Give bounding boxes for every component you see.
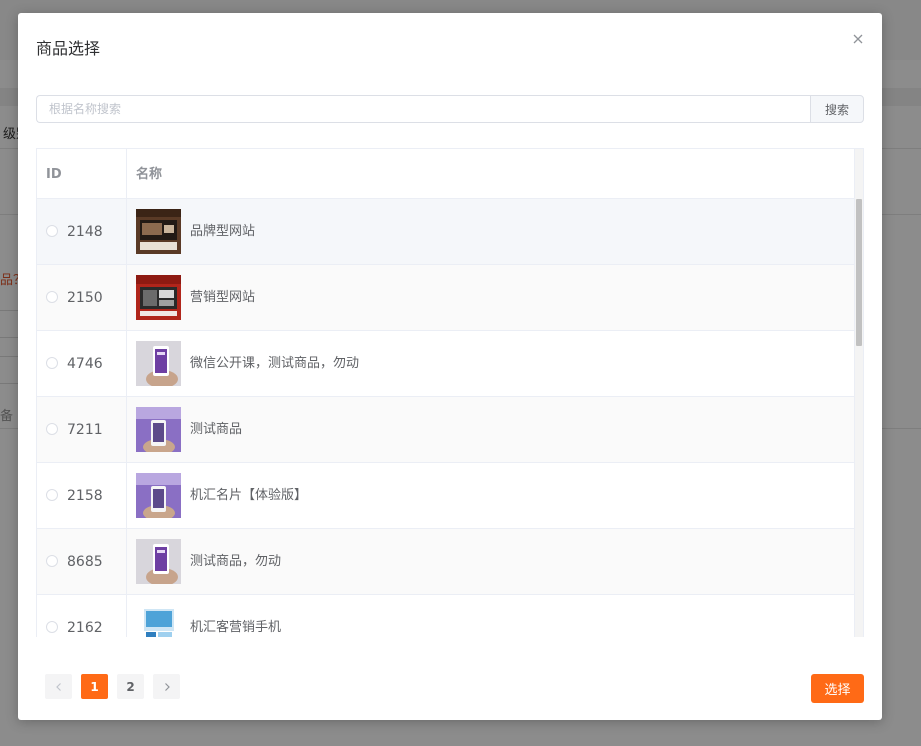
table-header: ID 名称 bbox=[37, 149, 856, 199]
product-thumbnail bbox=[136, 209, 181, 254]
row-name: 测试商品 bbox=[190, 422, 243, 437]
cell-divider bbox=[126, 331, 127, 396]
row-id: 4746 bbox=[67, 356, 103, 372]
row-name: 微信公开课，测试商品，勿动 bbox=[190, 356, 360, 371]
cell-divider bbox=[126, 529, 127, 594]
product-thumbnail bbox=[136, 539, 181, 584]
row-id: 2150 bbox=[67, 290, 103, 306]
cell-divider bbox=[126, 397, 127, 462]
row-id: 2162 bbox=[67, 620, 103, 636]
product-select-dialog: 商品选择 搜索 ID 名称 2148 bbox=[18, 13, 882, 720]
table-row[interactable]: 2162 机汇客营销手机 bbox=[37, 595, 856, 637]
pagination: 1 2 bbox=[45, 674, 180, 699]
cell-divider bbox=[126, 199, 127, 264]
chevron-left-icon[interactable] bbox=[45, 674, 72, 699]
page-button-1[interactable]: 1 bbox=[81, 674, 108, 699]
product-table: ID 名称 2148 品牌型网站 2150 营销型网站 4746 微信公开课，测… bbox=[36, 148, 864, 637]
row-radio[interactable] bbox=[46, 621, 58, 633]
cell-divider bbox=[126, 595, 127, 637]
table-row[interactable]: 2148 品牌型网站 bbox=[37, 199, 856, 265]
row-radio[interactable] bbox=[46, 489, 58, 501]
row-name: 品牌型网站 bbox=[190, 224, 256, 239]
row-id: 2158 bbox=[67, 488, 103, 504]
column-divider bbox=[126, 149, 127, 198]
row-radio[interactable] bbox=[46, 555, 58, 567]
table-row[interactable]: 2150 营销型网站 bbox=[37, 265, 856, 331]
row-radio[interactable] bbox=[46, 423, 58, 435]
cell-divider bbox=[126, 265, 127, 330]
search-bar: 搜索 bbox=[36, 95, 864, 123]
row-name: 机汇名片【体验版】 bbox=[190, 488, 308, 503]
row-radio[interactable] bbox=[46, 225, 58, 237]
row-id: 7211 bbox=[67, 422, 103, 438]
row-radio[interactable] bbox=[46, 291, 58, 303]
scrollbar-thumb[interactable] bbox=[856, 199, 862, 346]
row-name: 机汇客营销手机 bbox=[190, 620, 282, 635]
close-icon[interactable] bbox=[850, 31, 866, 47]
table-row[interactable]: 7211 测试商品 bbox=[37, 397, 856, 463]
table-scrollbar[interactable] bbox=[854, 149, 863, 637]
column-header-name: 名称 bbox=[136, 167, 163, 182]
row-name: 测试商品，勿动 bbox=[190, 554, 282, 569]
table-row[interactable]: 4746 微信公开课，测试商品，勿动 bbox=[37, 331, 856, 397]
row-id: 8685 bbox=[67, 554, 103, 570]
row-radio[interactable] bbox=[46, 357, 58, 369]
search-button[interactable]: 搜索 bbox=[810, 95, 864, 123]
column-header-id: ID bbox=[46, 167, 62, 182]
row-id: 2148 bbox=[67, 224, 103, 240]
table-row[interactable]: 8685 测试商品，勿动 bbox=[37, 529, 856, 595]
product-thumbnail bbox=[136, 407, 181, 452]
confirm-select-button[interactable]: 选择 bbox=[811, 674, 864, 703]
product-thumbnail bbox=[136, 275, 181, 320]
row-name: 营销型网站 bbox=[190, 290, 256, 305]
search-input[interactable] bbox=[36, 95, 810, 123]
product-thumbnail bbox=[136, 341, 181, 386]
cell-divider bbox=[126, 463, 127, 528]
table-body: 2148 品牌型网站 2150 营销型网站 4746 微信公开课，测试商品，勿动… bbox=[37, 199, 856, 637]
page-button-2[interactable]: 2 bbox=[117, 674, 144, 699]
dialog-title: 商品选择 bbox=[36, 39, 101, 58]
product-thumbnail bbox=[136, 605, 181, 637]
table-row[interactable]: 2158 机汇名片【体验版】 bbox=[37, 463, 856, 529]
product-thumbnail bbox=[136, 473, 181, 518]
chevron-right-icon[interactable] bbox=[153, 674, 180, 699]
